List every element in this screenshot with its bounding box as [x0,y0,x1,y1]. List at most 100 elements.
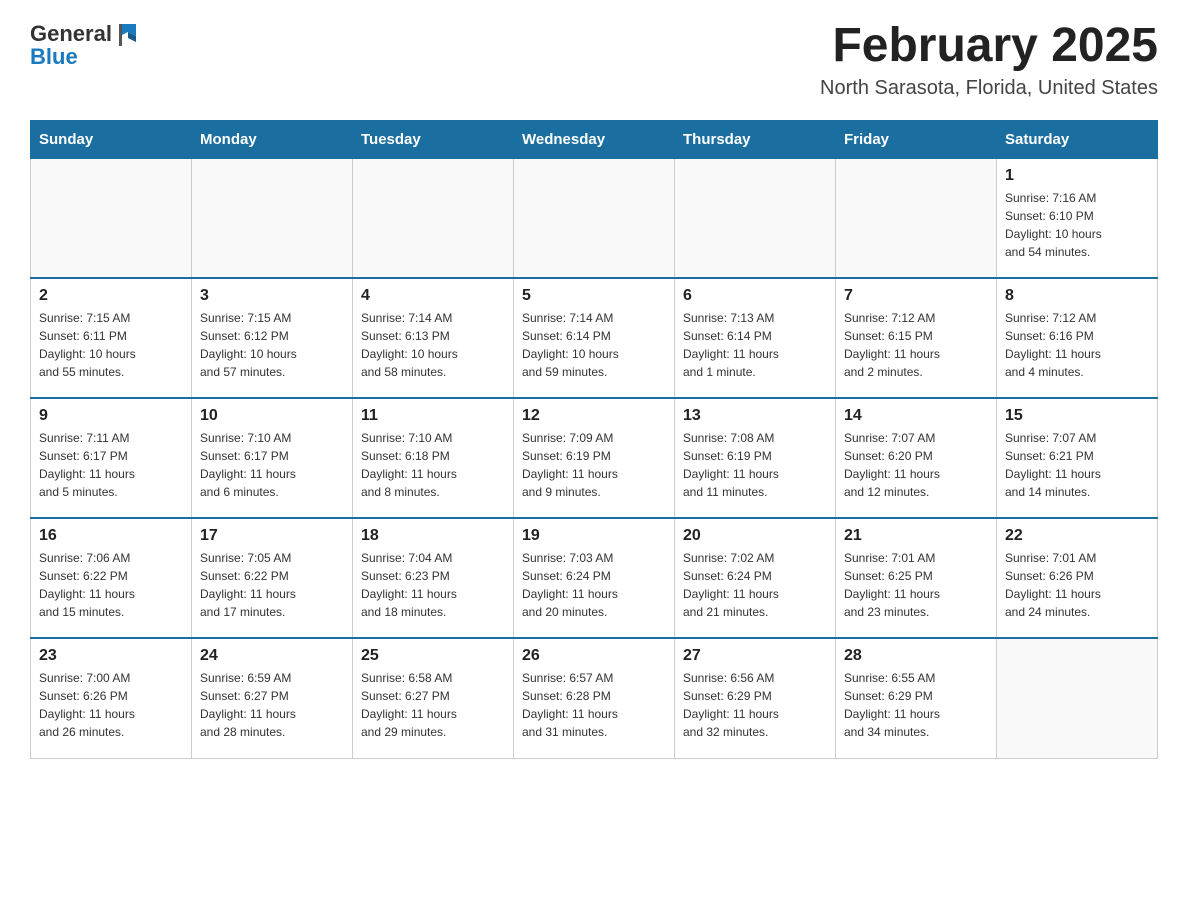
day-info: Sunrise: 7:13 AMSunset: 6:14 PMDaylight:… [683,309,827,381]
calendar-cell: 13 Sunrise: 7:08 AMSunset: 6:19 PMDayligh… [675,398,836,518]
day-info: Sunrise: 7:12 AMSunset: 6:16 PMDaylight:… [1005,309,1149,381]
calendar-cell [675,158,836,278]
day-info: Sunrise: 7:07 AMSunset: 6:20 PMDaylight:… [844,429,988,501]
day-info: Sunrise: 6:57 AMSunset: 6:28 PMDaylight:… [522,669,666,741]
calendar-cell: 17Sunrise: 7:05 AMSunset: 6:22 PMDayligh… [192,518,353,638]
day-info: Sunrise: 6:55 AMSunset: 6:29 PMDaylight:… [844,669,988,741]
calendar-cell: 2 Sunrise: 7:15 AMSunset: 6:11 PMDaylight… [31,278,192,398]
day-info: Sunrise: 7:12 AMSunset: 6:15 PMDaylight:… [844,309,988,381]
logo-blue-text: Blue [30,44,78,70]
calendar-cell: 10 Sunrise: 7:10 AMSunset: 6:17 PMDayligh… [192,398,353,518]
day-number: 9 [39,407,183,425]
calendar-week-row: 2 Sunrise: 7:15 AMSunset: 6:11 PMDaylight… [31,278,1158,398]
calendar-cell [514,158,675,278]
logo-flag-icon [114,20,142,48]
calendar-cell: 22 Sunrise: 7:01 AMSunset: 6:26 PMDayligh… [997,518,1158,638]
calendar-cell [997,638,1158,758]
page-header: General Blue February 2025 North Sarasot… [30,20,1158,100]
day-info: Sunrise: 7:07 AMSunset: 6:21 PMDaylight:… [1005,429,1149,501]
title-section: February 2025 North Sarasota, Florida, U… [820,20,1158,100]
day-info: Sunrise: 7:15 AMSunset: 6:12 PMDaylight:… [200,309,344,381]
calendar-subtitle: North Sarasota, Florida, United States [820,77,1158,100]
day-info: Sunrise: 7:01 AMSunset: 6:26 PMDaylight:… [1005,549,1149,621]
day-number: 14 [844,407,988,425]
day-number: 3 [200,287,344,305]
day-number: 20 [683,527,827,545]
calendar-cell: 7 Sunrise: 7:12 AMSunset: 6:15 PMDaylight… [836,278,997,398]
calendar-cell: 20Sunrise: 7:02 AMSunset: 6:24 PMDayligh… [675,518,836,638]
day-info: Sunrise: 7:03 AMSunset: 6:24 PMDaylight:… [522,549,666,621]
calendar-cell: 8 Sunrise: 7:12 AMSunset: 6:16 PMDaylight… [997,278,1158,398]
calendar-cell [31,158,192,278]
day-number: 17 [200,527,344,545]
calendar-cell [192,158,353,278]
calendar-week-row: 23 Sunrise: 7:00 AMSunset: 6:26 PMDayligh… [31,638,1158,758]
calendar-table: SundayMondayTuesdayWednesdayThursdayFrid… [30,120,1158,759]
day-of-week-header: Wednesday [514,120,675,158]
calendar-cell: 21 Sunrise: 7:01 AMSunset: 6:25 PMDayligh… [836,518,997,638]
day-number: 26 [522,647,666,665]
calendar-cell: 24 Sunrise: 6:59 AMSunset: 6:27 PMDayligh… [192,638,353,758]
calendar-title: February 2025 [820,20,1158,73]
day-number: 1 [1005,167,1149,185]
day-number: 18 [361,527,505,545]
calendar-cell: 16Sunrise: 7:06 AMSunset: 6:22 PMDayligh… [31,518,192,638]
calendar-cell: 3 Sunrise: 7:15 AMSunset: 6:12 PMDaylight… [192,278,353,398]
calendar-cell: 11 Sunrise: 7:10 AMSunset: 6:18 PMDayligh… [353,398,514,518]
calendar-cell: 9Sunrise: 7:11 AMSunset: 6:17 PMDaylight… [31,398,192,518]
day-of-week-header: Saturday [997,120,1158,158]
day-info: Sunrise: 6:56 AMSunset: 6:29 PMDaylight:… [683,669,827,741]
day-number: 8 [1005,287,1149,305]
calendar-cell [353,158,514,278]
day-number: 5 [522,287,666,305]
day-number: 16 [39,527,183,545]
day-of-week-header: Tuesday [353,120,514,158]
day-number: 25 [361,647,505,665]
day-of-week-header: Monday [192,120,353,158]
calendar-header-row: SundayMondayTuesdayWednesdayThursdayFrid… [31,120,1158,158]
day-number: 19 [522,527,666,545]
day-number: 4 [361,287,505,305]
day-info: Sunrise: 7:04 AMSunset: 6:23 PMDaylight:… [361,549,505,621]
day-of-week-header: Friday [836,120,997,158]
day-info: Sunrise: 7:08 AMSunset: 6:19 PMDaylight:… [683,429,827,501]
calendar-cell: 27 Sunrise: 6:56 AMSunset: 6:29 PMDayligh… [675,638,836,758]
day-info: Sunrise: 7:15 AMSunset: 6:11 PMDaylight:… [39,309,183,381]
day-info: Sunrise: 7:10 AMSunset: 6:18 PMDaylight:… [361,429,505,501]
calendar-week-row: 16Sunrise: 7:06 AMSunset: 6:22 PMDayligh… [31,518,1158,638]
calendar-cell: 28Sunrise: 6:55 AMSunset: 6:29 PMDayligh… [836,638,997,758]
calendar-cell: 23 Sunrise: 7:00 AMSunset: 6:26 PMDayligh… [31,638,192,758]
day-info: Sunrise: 7:00 AMSunset: 6:26 PMDaylight:… [39,669,183,741]
calendar-week-row: 1Sunrise: 7:16 AMSunset: 6:10 PMDaylight… [31,158,1158,278]
logo: General Blue [30,20,142,70]
day-number: 7 [844,287,988,305]
day-info: Sunrise: 7:10 AMSunset: 6:17 PMDaylight:… [200,429,344,501]
day-number: 13 [683,407,827,425]
calendar-cell: 26 Sunrise: 6:57 AMSunset: 6:28 PMDayligh… [514,638,675,758]
day-number: 23 [39,647,183,665]
day-number: 27 [683,647,827,665]
calendar-cell: 19 Sunrise: 7:03 AMSunset: 6:24 PMDayligh… [514,518,675,638]
day-number: 24 [200,647,344,665]
calendar-cell: 25 Sunrise: 6:58 AMSunset: 6:27 PMDayligh… [353,638,514,758]
day-number: 6 [683,287,827,305]
day-info: Sunrise: 7:01 AMSunset: 6:25 PMDaylight:… [844,549,988,621]
calendar-cell: 6 Sunrise: 7:13 AMSunset: 6:14 PMDaylight… [675,278,836,398]
calendar-cell: 18 Sunrise: 7:04 AMSunset: 6:23 PMDayligh… [353,518,514,638]
day-info: Sunrise: 6:59 AMSunset: 6:27 PMDaylight:… [200,669,344,741]
calendar-cell: 15Sunrise: 7:07 AMSunset: 6:21 PMDayligh… [997,398,1158,518]
day-info: Sunrise: 7:14 AMSunset: 6:13 PMDaylight:… [361,309,505,381]
day-number: 12 [522,407,666,425]
day-number: 11 [361,407,505,425]
day-of-week-header: Sunday [31,120,192,158]
day-number: 10 [200,407,344,425]
calendar-cell: 5 Sunrise: 7:14 AMSunset: 6:14 PMDaylight… [514,278,675,398]
day-of-week-header: Thursday [675,120,836,158]
day-number: 2 [39,287,183,305]
day-info: Sunrise: 7:09 AMSunset: 6:19 PMDaylight:… [522,429,666,501]
day-number: 21 [844,527,988,545]
day-info: Sunrise: 6:58 AMSunset: 6:27 PMDaylight:… [361,669,505,741]
calendar-cell: 12 Sunrise: 7:09 AMSunset: 6:19 PMDayligh… [514,398,675,518]
day-info: Sunrise: 7:14 AMSunset: 6:14 PMDaylight:… [522,309,666,381]
day-number: 22 [1005,527,1149,545]
